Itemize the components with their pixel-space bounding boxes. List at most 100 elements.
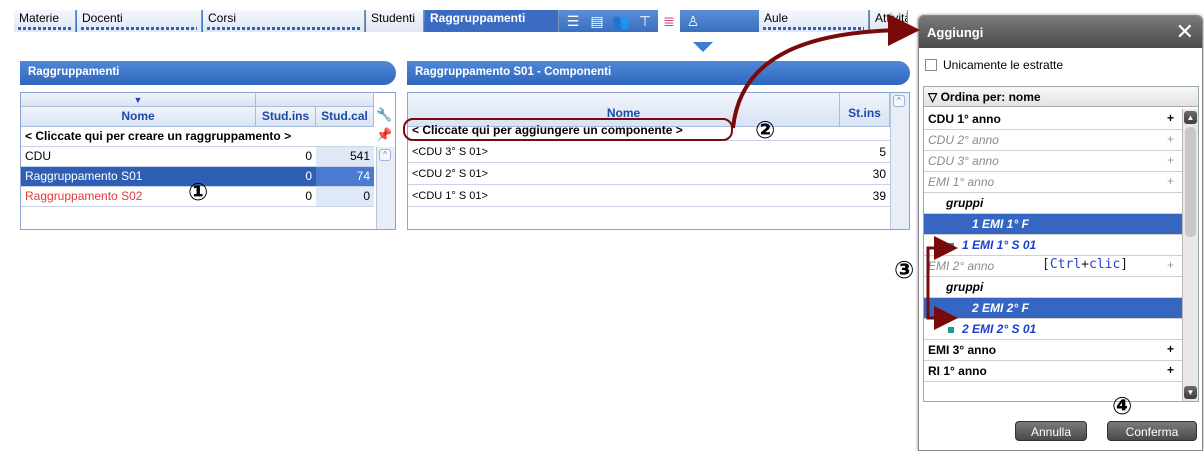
scroll-down-icon[interactable]: ▼ (1184, 386, 1197, 399)
table-row[interactable]: CDU 0 541 (21, 147, 374, 167)
checkbox[interactable] (925, 59, 937, 71)
header-nome[interactable]: Nome (21, 107, 256, 127)
header-stud-ins[interactable]: Stud.ins (256, 107, 316, 127)
expand-plus-icon[interactable]: + (1167, 153, 1174, 167)
tab-materie-label: Materie (19, 11, 60, 25)
table-row[interactable]: <CDU 1° S 01> 39 (408, 187, 890, 207)
expand-plus-icon[interactable]: + (1167, 111, 1174, 125)
chevron-down-icon: ▽ (928, 90, 941, 104)
right-scrollbar[interactable]: ^ (890, 93, 909, 229)
group-name: CDU (25, 149, 51, 163)
item-label: EMI 3° anno (928, 343, 997, 357)
list-item-group-header: gruppi (924, 193, 1182, 214)
highlight-ring (403, 118, 733, 141)
table-row[interactable]: <CDU 2° S 01> 30 (408, 165, 890, 185)
group-list-icon[interactable]: ≣ (658, 10, 680, 32)
dialog-title: Aggiungi (927, 25, 984, 40)
item-label: 1 EMI 1° F (972, 217, 1029, 231)
table-row[interactable]: <CDU 3° S 01> 5 (408, 143, 890, 163)
shortcut-close: ] (1120, 257, 1129, 272)
expand-plus-icon[interactable]: + (1167, 363, 1174, 377)
marker-4: ④ (1112, 392, 1133, 420)
close-icon[interactable]: ✕ (1176, 19, 1194, 45)
component-name: <CDU 3° S 01> (412, 146, 488, 158)
group-stud-ins: 0 (305, 149, 312, 163)
sort-label: Ordina per: nome (940, 90, 1041, 104)
tab-aule[interactable]: Aule (759, 10, 869, 32)
person-icon[interactable]: ♙ (682, 10, 704, 32)
people-icon[interactable]: 👥 (610, 10, 632, 32)
list-item-group-header: gruppi (924, 277, 1182, 298)
tab-raggruppamenti[interactable]: Raggruppamenti (425, 10, 559, 32)
square-bullet-icon (948, 242, 954, 249)
cancel-button[interactable]: Annulla (1015, 421, 1087, 441)
expand-plus-icon[interactable]: + (1167, 258, 1174, 272)
item-label: 2 EMI 2° S 01 (962, 322, 1037, 336)
item-label: gruppi (946, 280, 984, 294)
list-item[interactable]: CDU 2° anno + (924, 130, 1182, 151)
tab-icon-strip: ☰ ▤ 👥 ⊤ ≣ ♙ (562, 10, 704, 32)
wrench-icon[interactable]: 🔧 (374, 107, 395, 127)
scroll-up-icon[interactable]: ^ (379, 149, 391, 161)
list-item-selected[interactable]: 2 EMI 2° F (924, 298, 1182, 319)
filter-checkbox-row[interactable]: Unicamente le estratte (925, 58, 1063, 72)
marker-3: ③ (894, 256, 915, 284)
component-st-ins: 30 (872, 167, 886, 181)
tab-attivita[interactable]: Attività (870, 10, 908, 32)
tab-corsi[interactable]: Corsi (203, 10, 365, 32)
dialog-scrollbar[interactable]: ▲ ▼ (1182, 109, 1198, 401)
list-item[interactable]: EMI 3° anno + (924, 340, 1182, 361)
expand-plus-icon[interactable]: + (1167, 174, 1174, 188)
group-stud-ins: 0 (305, 169, 312, 183)
filter-icon[interactable]: ⊤ (634, 10, 656, 32)
checkbox-label: Unicamente le estratte (943, 58, 1064, 72)
tab-docenti-label: Docenti (82, 11, 123, 25)
shortcut-key-ctrl: Ctrl (1049, 257, 1082, 272)
list-item[interactable]: CDU 1° anno + (924, 109, 1182, 130)
shortcut-open: [ (1042, 257, 1050, 272)
expand-plus-icon[interactable]: + (1167, 342, 1174, 356)
scroll-thumb[interactable] (1185, 127, 1196, 237)
tab-attivita-label: Attività (875, 11, 908, 25)
list-icon[interactable]: ☰ (562, 10, 584, 32)
item-label: CDU 1° anno (928, 112, 1001, 126)
create-group-row[interactable]: < Cliccate qui per creare un raggruppame… (21, 127, 374, 147)
square-bullet-icon (948, 326, 954, 333)
scroll-up-icon[interactable]: ▲ (1184, 111, 1197, 124)
sort-arrow-icon[interactable]: ▼ (21, 93, 256, 107)
header-stud-cal[interactable]: Stud.cal (316, 107, 374, 127)
tab-aule-label: Aule (764, 11, 789, 25)
item-label: CDU 2° anno (928, 133, 999, 147)
dialog-title-bar: Aggiungi ✕ (919, 16, 1202, 48)
pin-icon[interactable]: 📌 (374, 127, 395, 147)
tab-docenti[interactable]: Docenti (77, 10, 202, 32)
shortcut-key-clic: clic (1088, 257, 1121, 272)
raggruppamenti-grid: ▼ Nome Stud.ins Stud.cal 🔧 📌 < Cliccate … (20, 92, 396, 230)
group-stud-cal: 0 (316, 187, 374, 206)
left-scrollbar[interactable]: ^ (376, 147, 395, 229)
list-item[interactable]: EMI 1° anno + (924, 172, 1182, 193)
item-label: EMI 1° anno (928, 175, 995, 189)
item-label: 2 EMI 2° F (972, 301, 1029, 315)
scroll-up-icon[interactable]: ^ (893, 95, 905, 107)
list-item[interactable]: CDU 3° anno + (924, 151, 1182, 172)
sort-header[interactable]: ▽ Ordina per: nome (924, 87, 1198, 107)
columns-icon[interactable]: ▤ (586, 10, 608, 32)
confirm-button[interactable]: Conferma (1107, 421, 1197, 441)
list-item[interactable]: 1 EMI 1° S 01 (924, 235, 1182, 256)
list-item[interactable]: 2 EMI 2° S 01 (924, 319, 1182, 340)
tab-corsi-label: Corsi (208, 11, 237, 25)
list-item[interactable]: EMI 2° anno [Ctrl+clic] + (924, 256, 1182, 277)
tab-materie[interactable]: Materie (14, 10, 76, 32)
marker-1: ① (188, 178, 209, 206)
tab-studenti[interactable]: Studenti (366, 10, 424, 32)
list-item-selected[interactable]: 1 EMI 1° F (924, 214, 1182, 235)
expand-plus-icon[interactable]: + (1167, 132, 1174, 146)
list-item[interactable]: RI 1° anno + (924, 361, 1182, 382)
aggiungi-dialog: Aggiungi ✕ Unicamente le estratte ▽ Ordi… (918, 15, 1203, 451)
marker-2: ② (755, 116, 776, 144)
item-label: CDU 3° anno (928, 154, 999, 168)
shortcut-hint: [Ctrl+clic] (1042, 257, 1128, 272)
component-name: <CDU 1° S 01> (412, 190, 488, 202)
component-st-ins: 39 (872, 189, 886, 203)
